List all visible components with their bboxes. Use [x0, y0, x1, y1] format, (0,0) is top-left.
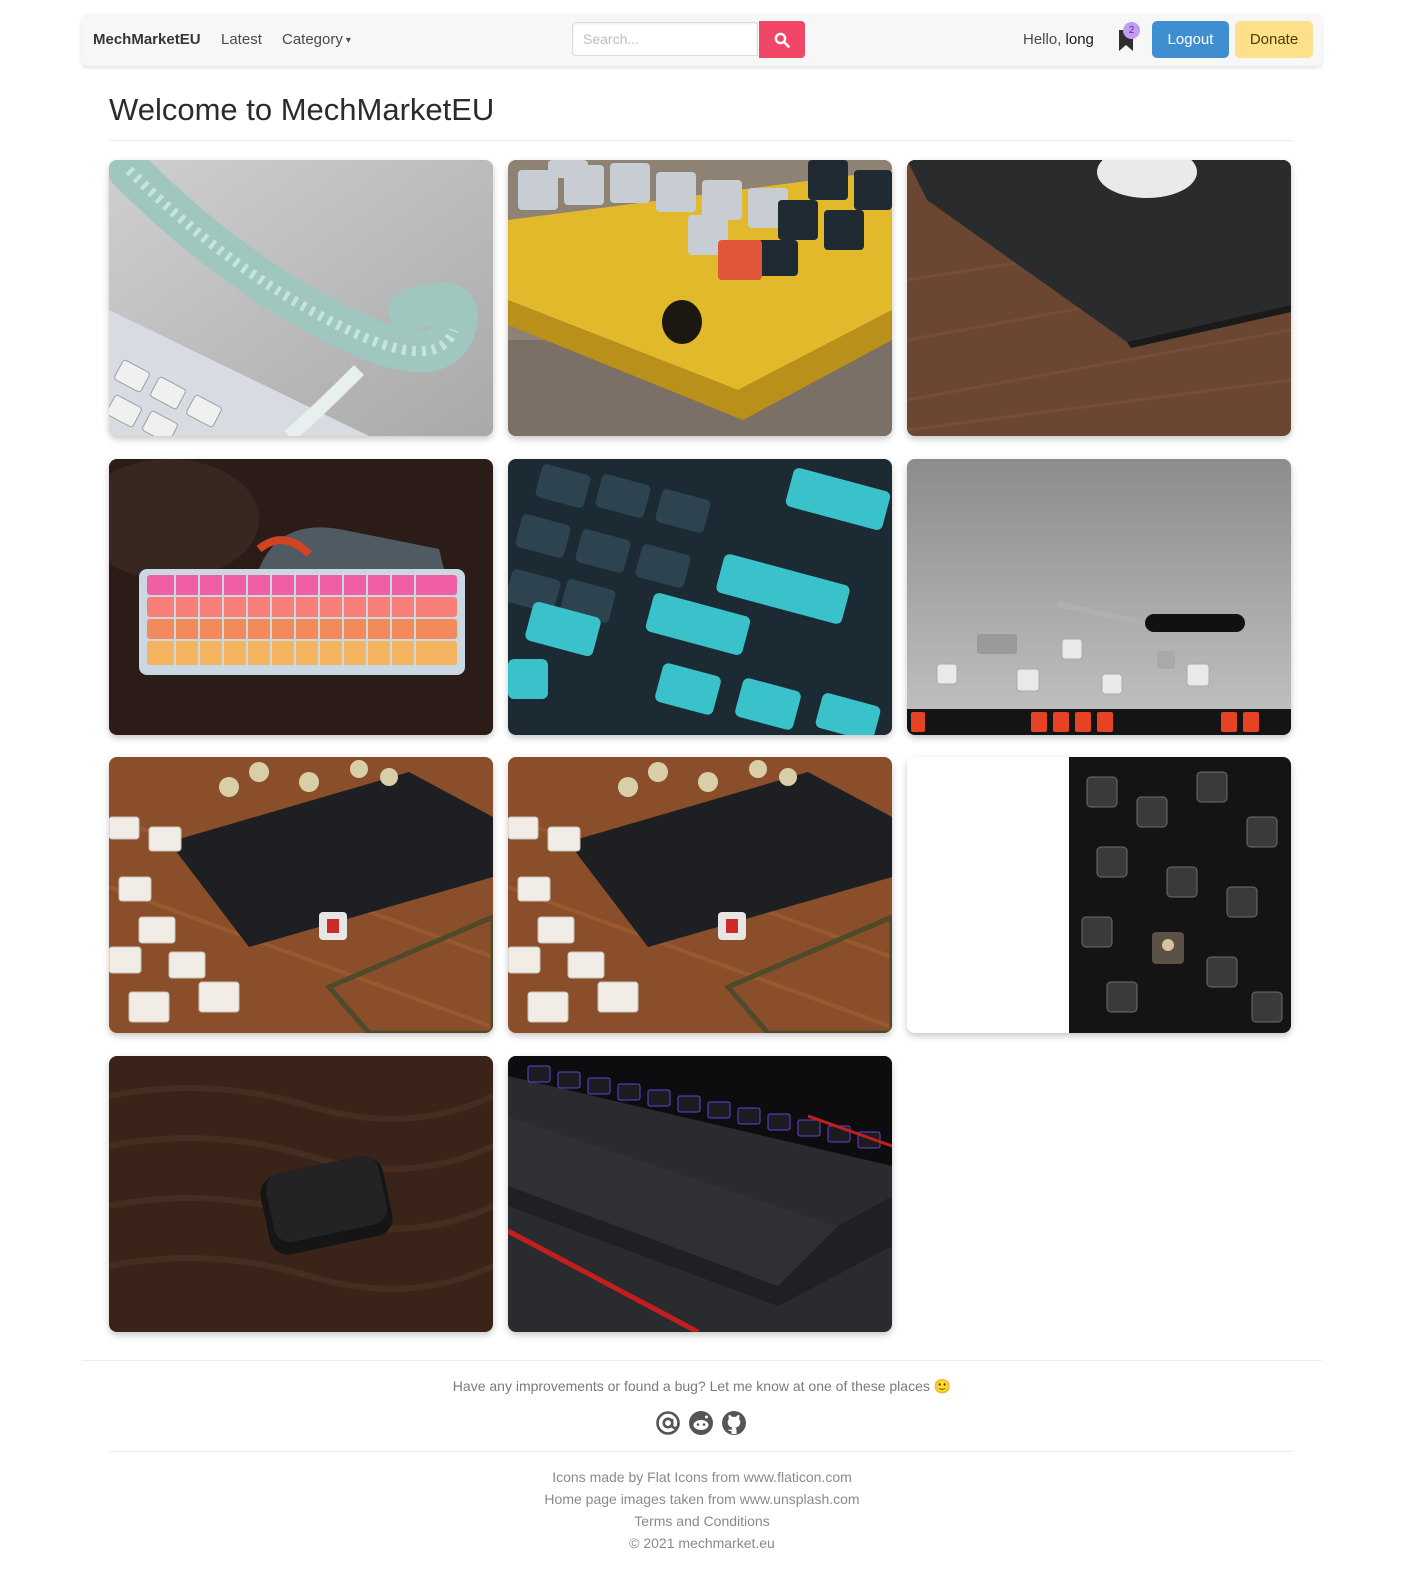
search-button[interactable]	[759, 21, 805, 58]
gallery-image-keyboard-case[interactable]	[109, 1056, 493, 1332]
search-input[interactable]	[572, 22, 758, 56]
footer-message: Have any improvements or found a bug? Le…	[0, 1378, 1404, 1395]
gallery-image-redragon-keyboard[interactable]	[508, 1056, 892, 1332]
divider	[109, 140, 1293, 141]
footer-message-text: Have any improvements or found a bug? Le…	[452, 1378, 930, 1394]
footer-divider	[82, 1360, 1322, 1361]
username: long	[1065, 31, 1094, 48]
gallery-image-coiled-cable[interactable]	[109, 160, 493, 436]
user-greeting: Hello, long	[1023, 31, 1094, 48]
gallery-image-yellow-keyboard[interactable]	[508, 160, 892, 436]
nav-latest-link[interactable]: Latest	[221, 31, 262, 48]
footer-divider-2	[109, 1451, 1293, 1452]
copyright: © 2021 mechmarket.eu	[629, 1535, 775, 1551]
chevron-down-icon: ▾	[345, 35, 351, 46]
navbar: MechMarketEU Latest Category▾ Hello, lon…	[82, 14, 1322, 66]
brand-link[interactable]: MechMarketEU	[93, 31, 201, 48]
greeting-prefix: Hello,	[1023, 31, 1066, 48]
reddit-icon[interactable]	[688, 1410, 714, 1436]
nav-category-dropdown[interactable]: Category ▾	[282, 31, 351, 48]
github-icon[interactable]	[721, 1410, 747, 1436]
image-credit: Home page images taken from www.unsplash…	[544, 1491, 860, 1507]
logout-button[interactable]: Logout	[1152, 21, 1229, 58]
terms-link[interactable]: Terms and Conditions	[0, 1513, 1404, 1529]
bookmark-count-badge: 2	[1123, 22, 1140, 39]
gallery-image-keyboard-pcb[interactable]	[508, 757, 892, 1033]
at-icon[interactable]	[655, 1410, 681, 1436]
icon-credit: Icons made by Flat Icons from www.flatic…	[552, 1469, 852, 1485]
gallery-image-keyboard-pcb[interactable]	[109, 757, 493, 1033]
gallery-image-pink-keyboard[interactable]	[109, 459, 493, 735]
nav-category-label: Category	[282, 31, 343, 48]
footer-social-icons	[655, 1410, 747, 1438]
search-icon	[774, 32, 790, 48]
image-gallery	[0, 0, 1404, 1572]
gallery-image-switches[interactable]	[907, 757, 1291, 1033]
gallery-image-desk-mat[interactable]	[907, 160, 1291, 436]
gallery-image-teal-keycaps[interactable]	[508, 459, 892, 735]
donate-button[interactable]: Donate	[1235, 21, 1313, 58]
smile-emoji: 🙂	[933, 1378, 952, 1394]
page-title: Welcome to MechMarketEU	[109, 92, 495, 127]
gallery-image-keycaps-puller[interactable]	[907, 459, 1291, 735]
